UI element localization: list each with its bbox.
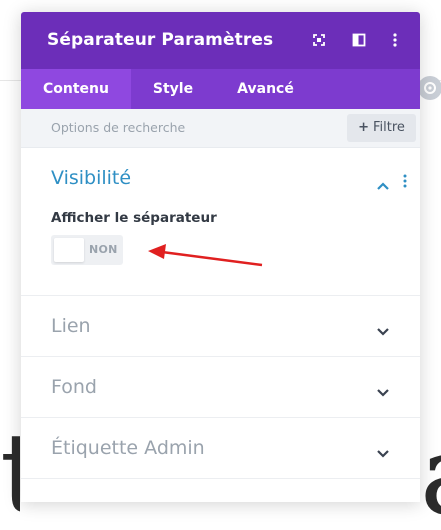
section-title-visibility[interactable]: Visibilité <box>51 167 131 189</box>
modal-title: Séparateur Paramètres <box>47 30 274 50</box>
page-background-text: t <box>0 418 20 528</box>
settings-modal: Séparateur Paramètres Contenu Style Avan… <box>21 12 420 502</box>
section-admin-label[interactable]: Étiquette Admin <box>21 418 420 479</box>
chevron-down-icon[interactable] <box>376 383 390 397</box>
search-bar: Options de recherche + Filtre <box>21 109 420 148</box>
chevron-down-icon[interactable] <box>376 444 390 458</box>
more-vertical-icon[interactable] <box>387 32 403 48</box>
show-divider-label: Afficher le séparateur <box>51 210 217 226</box>
section-title-link[interactable]: Lien <box>51 315 91 337</box>
show-divider-toggle[interactable]: NON <box>51 235 123 265</box>
chevron-up-icon[interactable] <box>376 176 390 190</box>
fullscreen-icon[interactable] <box>311 32 327 48</box>
toggle-state-text: NON <box>89 243 118 256</box>
section-link[interactable]: Lien <box>21 296 420 357</box>
chevron-down-icon[interactable] <box>376 322 390 336</box>
tab-style[interactable]: Style <box>131 69 215 109</box>
filter-label: Filtre <box>372 120 405 135</box>
search-input[interactable]: Options de recherche <box>51 120 185 135</box>
modal-header: Séparateur Paramètres <box>21 12 420 69</box>
section-visibility: Visibilité Afficher le séparateur NON <box>21 148 420 296</box>
section-title-admin-label[interactable]: Étiquette Admin <box>51 437 205 459</box>
plus-icon: + <box>358 120 369 135</box>
tab-contenu[interactable]: Contenu <box>21 69 131 109</box>
section-title-background[interactable]: Fond <box>51 376 97 398</box>
split-view-icon[interactable] <box>351 32 367 48</box>
toggle-knob <box>54 238 84 262</box>
page-background-text: a <box>420 420 441 530</box>
tab-bar: Contenu Style Avancé <box>21 69 420 109</box>
filter-button[interactable]: + Filtre <box>347 114 416 142</box>
page-settings-icon[interactable] <box>418 76 441 100</box>
section-background[interactable]: Fond <box>21 357 420 418</box>
section-options-icon[interactable] <box>403 173 407 188</box>
tab-avance[interactable]: Avancé <box>215 69 316 109</box>
